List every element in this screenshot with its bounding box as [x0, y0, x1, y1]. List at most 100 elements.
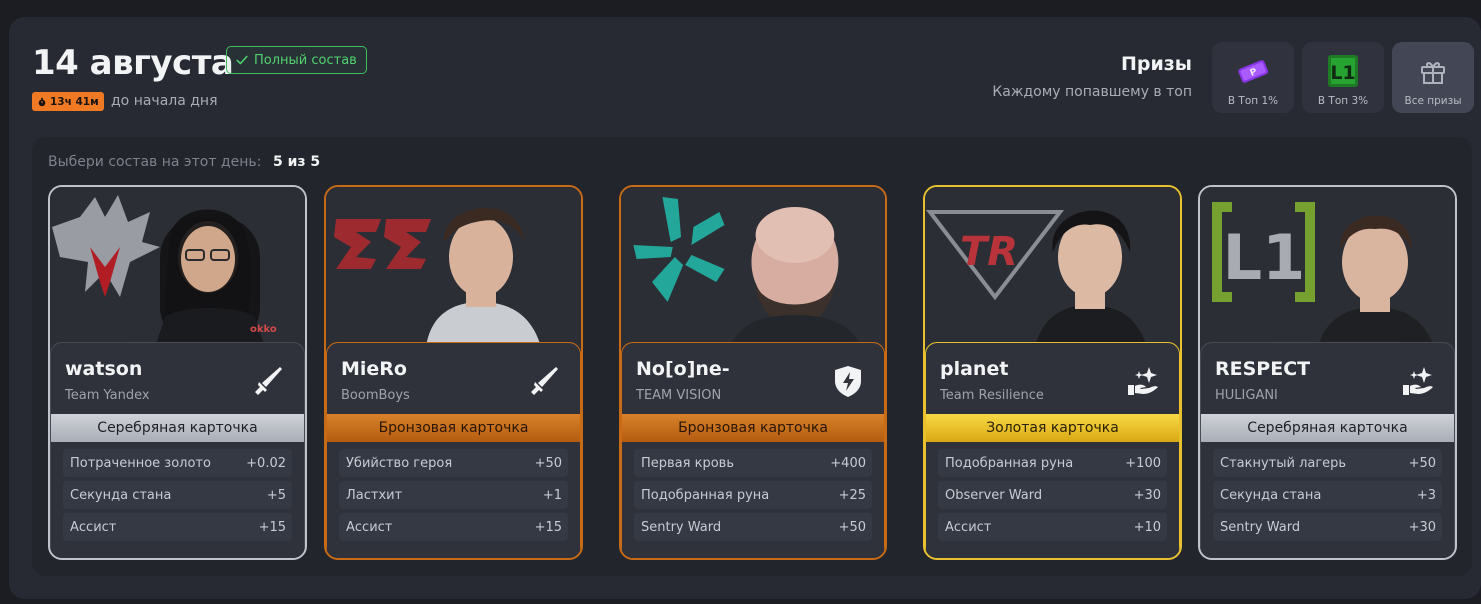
stat-row: Ластхит +1	[339, 481, 568, 509]
stat-value: +25	[838, 487, 866, 503]
player-card-planet[interactable]: TR planet Team Resilience Золотая карточ…	[923, 185, 1182, 560]
stat-row: Первая кровь +400	[634, 449, 872, 477]
lineup-section: Выбери состав на этот день: 5 из 5 okko …	[32, 137, 1472, 576]
shield-lightning-icon	[835, 366, 861, 397]
player-photo: L1	[1200, 187, 1455, 347]
stat-row: Ассист +15	[63, 513, 292, 541]
player-photo: TR	[925, 187, 1180, 347]
stat-value: +15	[258, 519, 286, 535]
stat-name: Sentry Ward	[1220, 519, 1301, 535]
player-photo-art: okko	[50, 187, 305, 347]
team-name: Team Resilience	[940, 388, 1044, 403]
svg-text:okko: okko	[250, 324, 277, 335]
timer-value: 13ч 41м	[50, 95, 99, 108]
stat-value: +100	[1125, 455, 1161, 471]
hand-sparkle-icon	[1128, 367, 1158, 395]
stats-list: Стакнутый лагерь +50 Секунда стана +3 Sent…	[1213, 449, 1442, 545]
timer-badge: 13ч 41м	[32, 92, 104, 111]
prize-tile-label: В Топ 3%	[1317, 95, 1369, 107]
stat-row: Sentry Ward +50	[634, 513, 872, 541]
card-tier: Серебряная карточка	[1201, 414, 1454, 442]
stat-value: +0.02	[246, 455, 286, 471]
player-name: watson	[65, 358, 143, 380]
card-info: No[o]ne- TEAM VISION Бронзовая карточка …	[621, 342, 885, 558]
stat-row: Ассист +10	[938, 513, 1167, 541]
pick-count: 5 из 5	[273, 154, 321, 170]
player-photo-art: L1	[1200, 187, 1455, 347]
stat-name: Убийство героя	[346, 455, 453, 471]
player-photo-art	[326, 187, 581, 347]
stat-value: +3	[1416, 487, 1436, 503]
stats-list: Убийство героя +50 Ластхит +1 Ассист +15	[339, 449, 568, 545]
stat-value: +30	[1408, 519, 1436, 535]
prize-tile-label: В Топ 1%	[1227, 95, 1279, 107]
stat-row: Стакнутый лагерь +50	[1213, 449, 1442, 477]
stopwatch-icon	[38, 97, 46, 106]
prizes-title: Призы	[1120, 53, 1192, 75]
prize-tile-top1[interactable]: P В Топ 1%	[1212, 42, 1294, 113]
stat-name: Секунда стана	[1220, 487, 1322, 503]
stat-row: Подобранная руна +25	[634, 481, 872, 509]
stat-name: Ассист	[945, 519, 992, 535]
stat-name: Observer Ward	[945, 487, 1043, 503]
stat-value: +5	[266, 487, 286, 503]
lineup-panel: 14 августа Полный состав 13ч 41м до нача…	[9, 17, 1481, 599]
stat-name: Секунда стана	[70, 487, 172, 503]
stat-name: Ластхит	[346, 487, 403, 503]
page-title: 14 августа	[32, 43, 234, 83]
l1-logo-icon: L1	[1328, 55, 1358, 87]
stat-name: Первая кровь	[641, 455, 734, 471]
stat-name: Потраченное золото	[70, 455, 211, 471]
player-name: MieRo	[341, 358, 407, 380]
card-info: MieRo BoomBoys Бронзовая карточка Убийст…	[326, 342, 581, 558]
player-name: No[o]ne-	[636, 358, 730, 380]
card-info: RESPECT HULIGANI Серебряная карточка Ста…	[1200, 342, 1455, 558]
player-card-respect[interactable]: L1 RESPECT HULIGANI Серебряная карточка …	[1198, 185, 1457, 560]
all-prizes-button[interactable]: Все призы	[1392, 42, 1474, 113]
stat-value: +400	[830, 455, 866, 471]
stat-value: +50	[838, 519, 866, 535]
stat-value: +15	[534, 519, 562, 535]
stat-row: Убийство героя +50	[339, 449, 568, 477]
stat-name: Sentry Ward	[641, 519, 722, 535]
svg-text:L1: L1	[1330, 62, 1355, 84]
svg-text:L1: L1	[1223, 221, 1306, 294]
team-name: Team Yandex	[65, 388, 150, 403]
player-card-watson[interactable]: okko watson Team Yandex Серебряная карто…	[48, 185, 307, 560]
stat-value: +10	[1133, 519, 1161, 535]
sword-icon	[255, 367, 282, 395]
gift-icon	[1421, 62, 1445, 84]
card-tier: Бронзовая карточка	[327, 414, 580, 442]
prize-tile-top3[interactable]: L1 В Топ 3%	[1302, 42, 1384, 113]
team-name: TEAM VISION	[636, 388, 722, 403]
card-tier: Серебряная карточка	[51, 414, 304, 442]
stat-row: Секунда стана +3	[1213, 481, 1442, 509]
stats-list: Первая кровь +400 Подобранная руна +25 Sen…	[634, 449, 872, 545]
stat-row: Sentry Ward +30	[1213, 513, 1442, 541]
stat-name: Стакнутый лагерь	[1220, 455, 1347, 471]
team-name: HULIGANI	[1215, 388, 1278, 403]
sword-icon	[531, 367, 558, 395]
card-info: watson Team Yandex Серебряная карточка П…	[50, 342, 305, 558]
stat-row: Observer Ward +30	[938, 481, 1167, 509]
player-card-noone[interactable]: No[o]ne- TEAM VISION Бронзовая карточка …	[619, 185, 887, 560]
purple-ticket-icon: P	[1238, 60, 1269, 83]
check-icon	[236, 55, 248, 65]
player-name: planet	[940, 358, 1009, 380]
stat-value: +1	[542, 487, 562, 503]
timer-suffix: до начала дня	[111, 93, 218, 109]
stats-list: Подобранная руна +100 Observer Ward +30 Ас…	[938, 449, 1167, 545]
player-photo-art: TR	[925, 187, 1180, 347]
stat-value: +50	[534, 455, 562, 471]
hand-sparkle-icon	[1403, 367, 1433, 395]
stat-row: Потраченное золото +0.02	[63, 449, 292, 477]
player-name: RESPECT	[1215, 358, 1311, 380]
pick-label: Выбери состав на этот день:	[48, 154, 262, 170]
stat-value: +50	[1408, 455, 1436, 471]
player-card-miero[interactable]: MieRo BoomBoys Бронзовая карточка Убийст…	[324, 185, 583, 560]
player-photo	[326, 187, 581, 347]
status-badge-label: Полный состав	[254, 52, 357, 68]
card-tier: Бронзовая карточка	[622, 414, 884, 442]
stat-row: Ассист +15	[339, 513, 568, 541]
prizes-subtitle: Каждому попавшему в топ	[992, 84, 1192, 100]
